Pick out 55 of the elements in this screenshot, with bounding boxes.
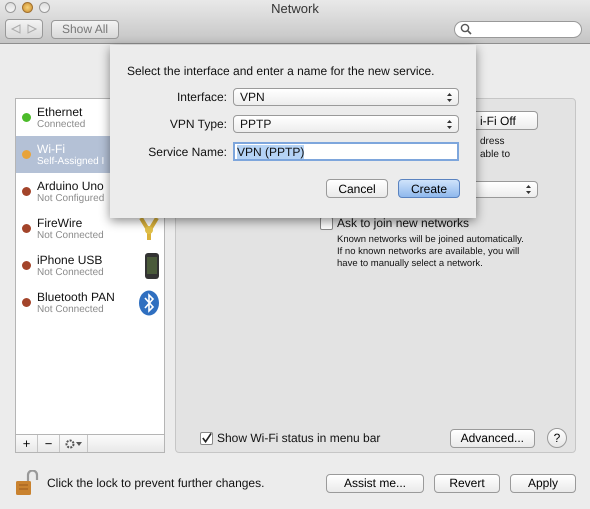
service-name: Bluetooth PAN [37, 290, 116, 304]
network-name-popup[interactable] [476, 181, 538, 198]
zoom-button[interactable] [39, 2, 50, 13]
footer-button[interactable]: Revert [434, 474, 500, 492]
popup-arrows-icon [525, 184, 532, 195]
popup-menu[interactable]: PPTP [233, 115, 459, 133]
minimize-button[interactable] [22, 2, 33, 13]
phone-icon [144, 252, 160, 280]
status-note: dress [479, 135, 504, 148]
service-item[interactable]: iPhone USB Not Connected [16, 247, 164, 284]
close-button[interactable] [5, 2, 16, 13]
service-status: Self-Assigned I [37, 156, 106, 167]
sheet-button[interactable]: Create [398, 179, 460, 198]
field-label: VPN Type: [168, 117, 227, 131]
popup-arrows-icon [446, 92, 453, 102]
service-status: Not Connected [37, 267, 105, 278]
service-name: Arduino Uno [37, 179, 105, 193]
sheet-button[interactable]: Cancel [326, 179, 388, 198]
service-status: Not Connected [37, 230, 105, 241]
list-button[interactable]: − [38, 435, 60, 452]
help-text: Known networks will be joined automatically. If no known networks are available, you will have to manually select a network. [337, 234, 525, 270]
field-label: Interface: [176, 90, 227, 104]
checkbox[interactable] [200, 432, 213, 444]
service-name: FireWire [37, 216, 84, 230]
wifi-off-button[interactable]: i-Fi Off [476, 111, 538, 130]
footer-button[interactable]: Assist me... [326, 474, 424, 492]
window-title: Network [271, 0, 319, 16]
lock-message: Click the lock to prevent further changes. [47, 476, 264, 490]
footer-button[interactable]: Apply [510, 474, 576, 492]
back-forward-control[interactable] [5, 19, 43, 39]
gear-icon [64, 438, 82, 448]
firewire-icon [138, 216, 160, 242]
status-note: able to [479, 148, 510, 161]
bluetooth-icon [138, 290, 160, 316]
service-name-field[interactable]: VPN (PPTP) [233, 142, 459, 161]
back-icon[interactable] [10, 24, 22, 34]
show-all-button[interactable]: Show All [51, 20, 120, 38]
service-item[interactable]: Bluetooth PAN Not Connected [16, 284, 164, 321]
forward-icon[interactable] [26, 24, 38, 34]
list-button[interactable]: + [16, 435, 38, 452]
search-icon [460, 23, 472, 35]
service-status: Connected [37, 119, 86, 130]
popup-arrows-icon [446, 118, 453, 130]
sheet-prompt: Select the interface and enter a name for the new service. [127, 64, 436, 78]
service-name: iPhone USB [37, 253, 104, 267]
service-status: Not Connected [37, 304, 105, 315]
help-button[interactable]: ? [547, 428, 567, 448]
lock-icon [15, 470, 39, 496]
service-name: Ethernet [37, 105, 84, 119]
checkbox-label: Ask to join new networks [337, 216, 470, 230]
checkbox-label: Show Wi-Fi status in menu bar [217, 431, 380, 445]
service-status: Not Configured [37, 193, 106, 204]
popup-menu[interactable]: VPN [233, 88, 459, 106]
search-field[interactable] [454, 20, 582, 38]
advanced-button[interactable]: Advanced... [450, 428, 535, 448]
